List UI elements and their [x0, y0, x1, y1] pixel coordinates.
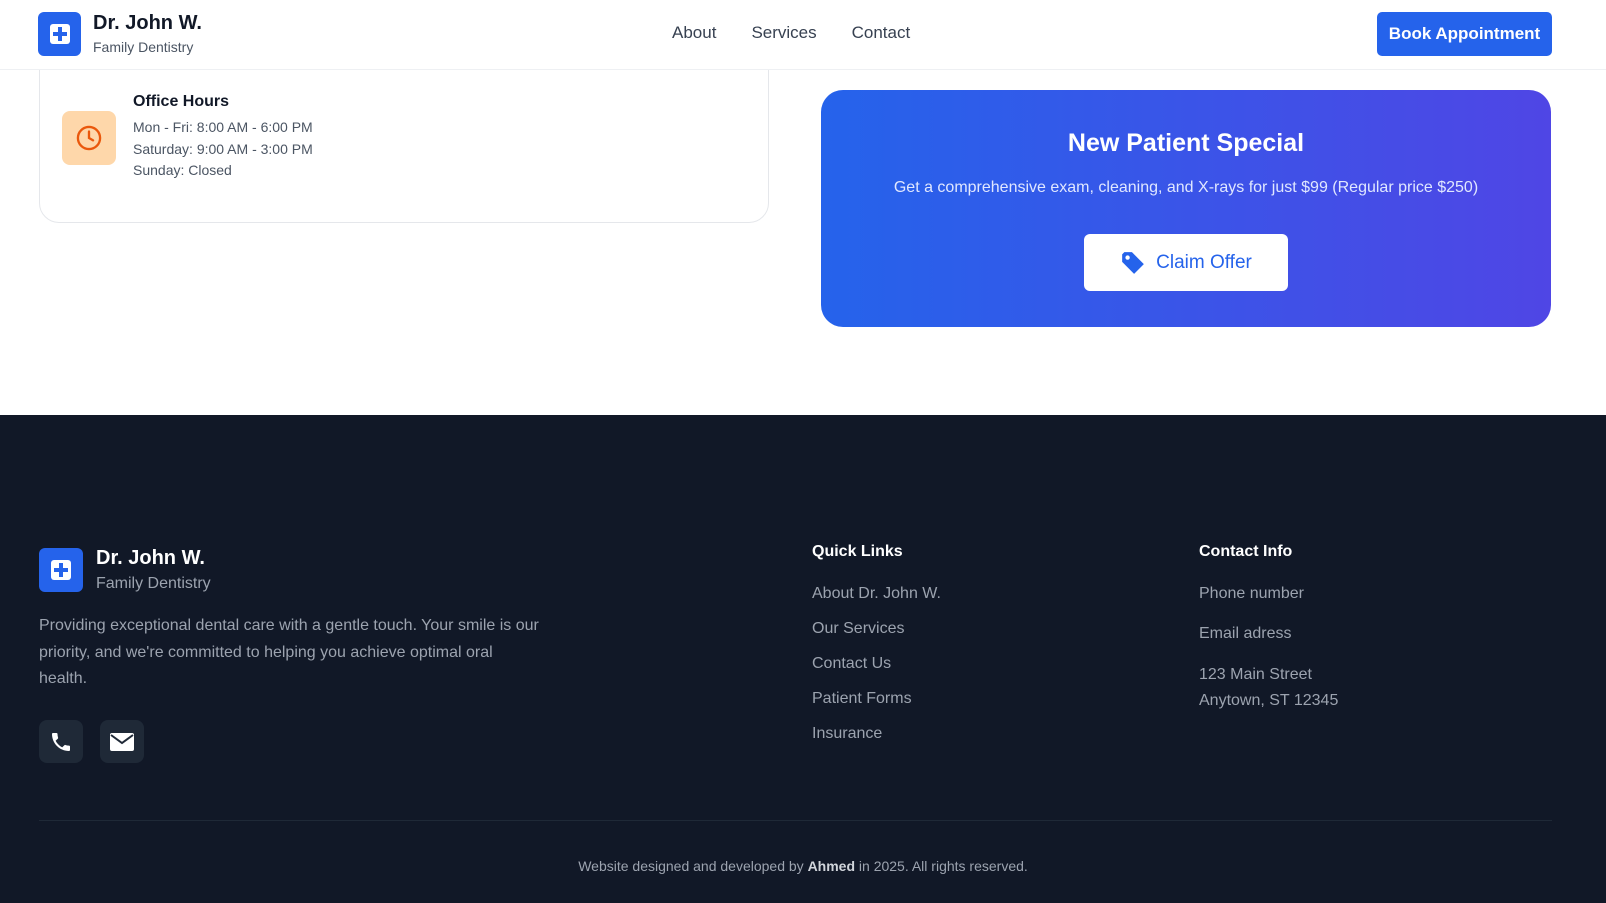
contact-phone[interactable]: Phone number [1199, 584, 1338, 604]
nav-link-about[interactable]: About [672, 22, 716, 44]
contact-address-line2: Anytown, ST 12345 [1199, 692, 1339, 709]
footer-link-insurance[interactable]: Insurance [812, 724, 941, 744]
contact-info: Contact Info Phone number Email adress 1… [1199, 542, 1338, 714]
nav-link-contact[interactable]: Contact [852, 22, 911, 44]
nav-link-services[interactable]: Services [751, 22, 816, 44]
tag-icon [1120, 250, 1146, 276]
office-hours-title: Office Hours [133, 93, 230, 110]
book-appointment-button[interactable]: Book Appointment [1377, 12, 1552, 56]
footer-description: Providing exceptional dental care with a… [39, 617, 539, 687]
medical-cross-icon [38, 12, 81, 56]
hours-sunday: Sunday: Closed [133, 162, 232, 178]
copyright-suffix: in 2025. All rights reserved. [858, 858, 1028, 874]
new-patient-special-banner: New Patient Special Get a comprehensive … [821, 90, 1551, 327]
footer-brand: Dr. John W. Family Dentistry [39, 546, 211, 594]
copyright-prefix: Website designed and developed by [578, 858, 804, 874]
footer-link-contact[interactable]: Contact Us [812, 654, 941, 674]
copyright: Website designed and developed by Ahmed … [0, 858, 1606, 874]
hours-saturday: Saturday: 9:00 AM - 3:00 PM [133, 140, 313, 157]
promo-text: Get a comprehensive exam, cleaning, and … [893, 179, 1479, 196]
brand-subtitle: Family Dentistry [93, 39, 194, 55]
footer-link-patient-forms[interactable]: Patient Forms [812, 689, 941, 709]
clock-icon [62, 111, 116, 165]
main-nav: About Services Contact [672, 22, 945, 44]
phone-icon[interactable] [39, 720, 83, 763]
social-links [39, 720, 161, 763]
footer-brand-subtitle: Family Dentistry [96, 575, 211, 592]
medical-cross-icon [39, 548, 83, 592]
brand[interactable]: Dr. John W. Family Dentistry [38, 12, 202, 56]
quick-links-title: Quick Links [812, 543, 903, 560]
footer-divider [39, 820, 1552, 821]
site-header: Dr. John W. Family Dentistry About Servi… [0, 0, 1606, 70]
promo-title: New Patient Special [1067, 129, 1305, 157]
hours-weekdays: Mon - Fri: 8:00 AM - 6:00 PM [133, 119, 313, 135]
mail-icon[interactable] [100, 720, 144, 763]
copyright-author: Ahmed [807, 858, 856, 874]
contact-email[interactable]: Email adress [1199, 624, 1338, 644]
brand-name: Dr. John W. [93, 12, 202, 34]
quick-links: Quick Links About Dr. John W. Our Servic… [812, 542, 941, 759]
footer-link-about[interactable]: About Dr. John W. [812, 584, 941, 604]
claim-offer-button[interactable]: Claim Offer [1084, 234, 1288, 291]
claim-offer-label: Claim Offer [1156, 251, 1252, 273]
contact-info-title: Contact Info [1199, 543, 1293, 560]
footer-brand-name: Dr. John W. [96, 547, 205, 569]
footer-link-services[interactable]: Our Services [812, 619, 941, 639]
site-footer: Dr. John W. Family Dentistry Providing e… [0, 415, 1606, 903]
contact-address-line1: 123 Main Street [1199, 666, 1312, 683]
